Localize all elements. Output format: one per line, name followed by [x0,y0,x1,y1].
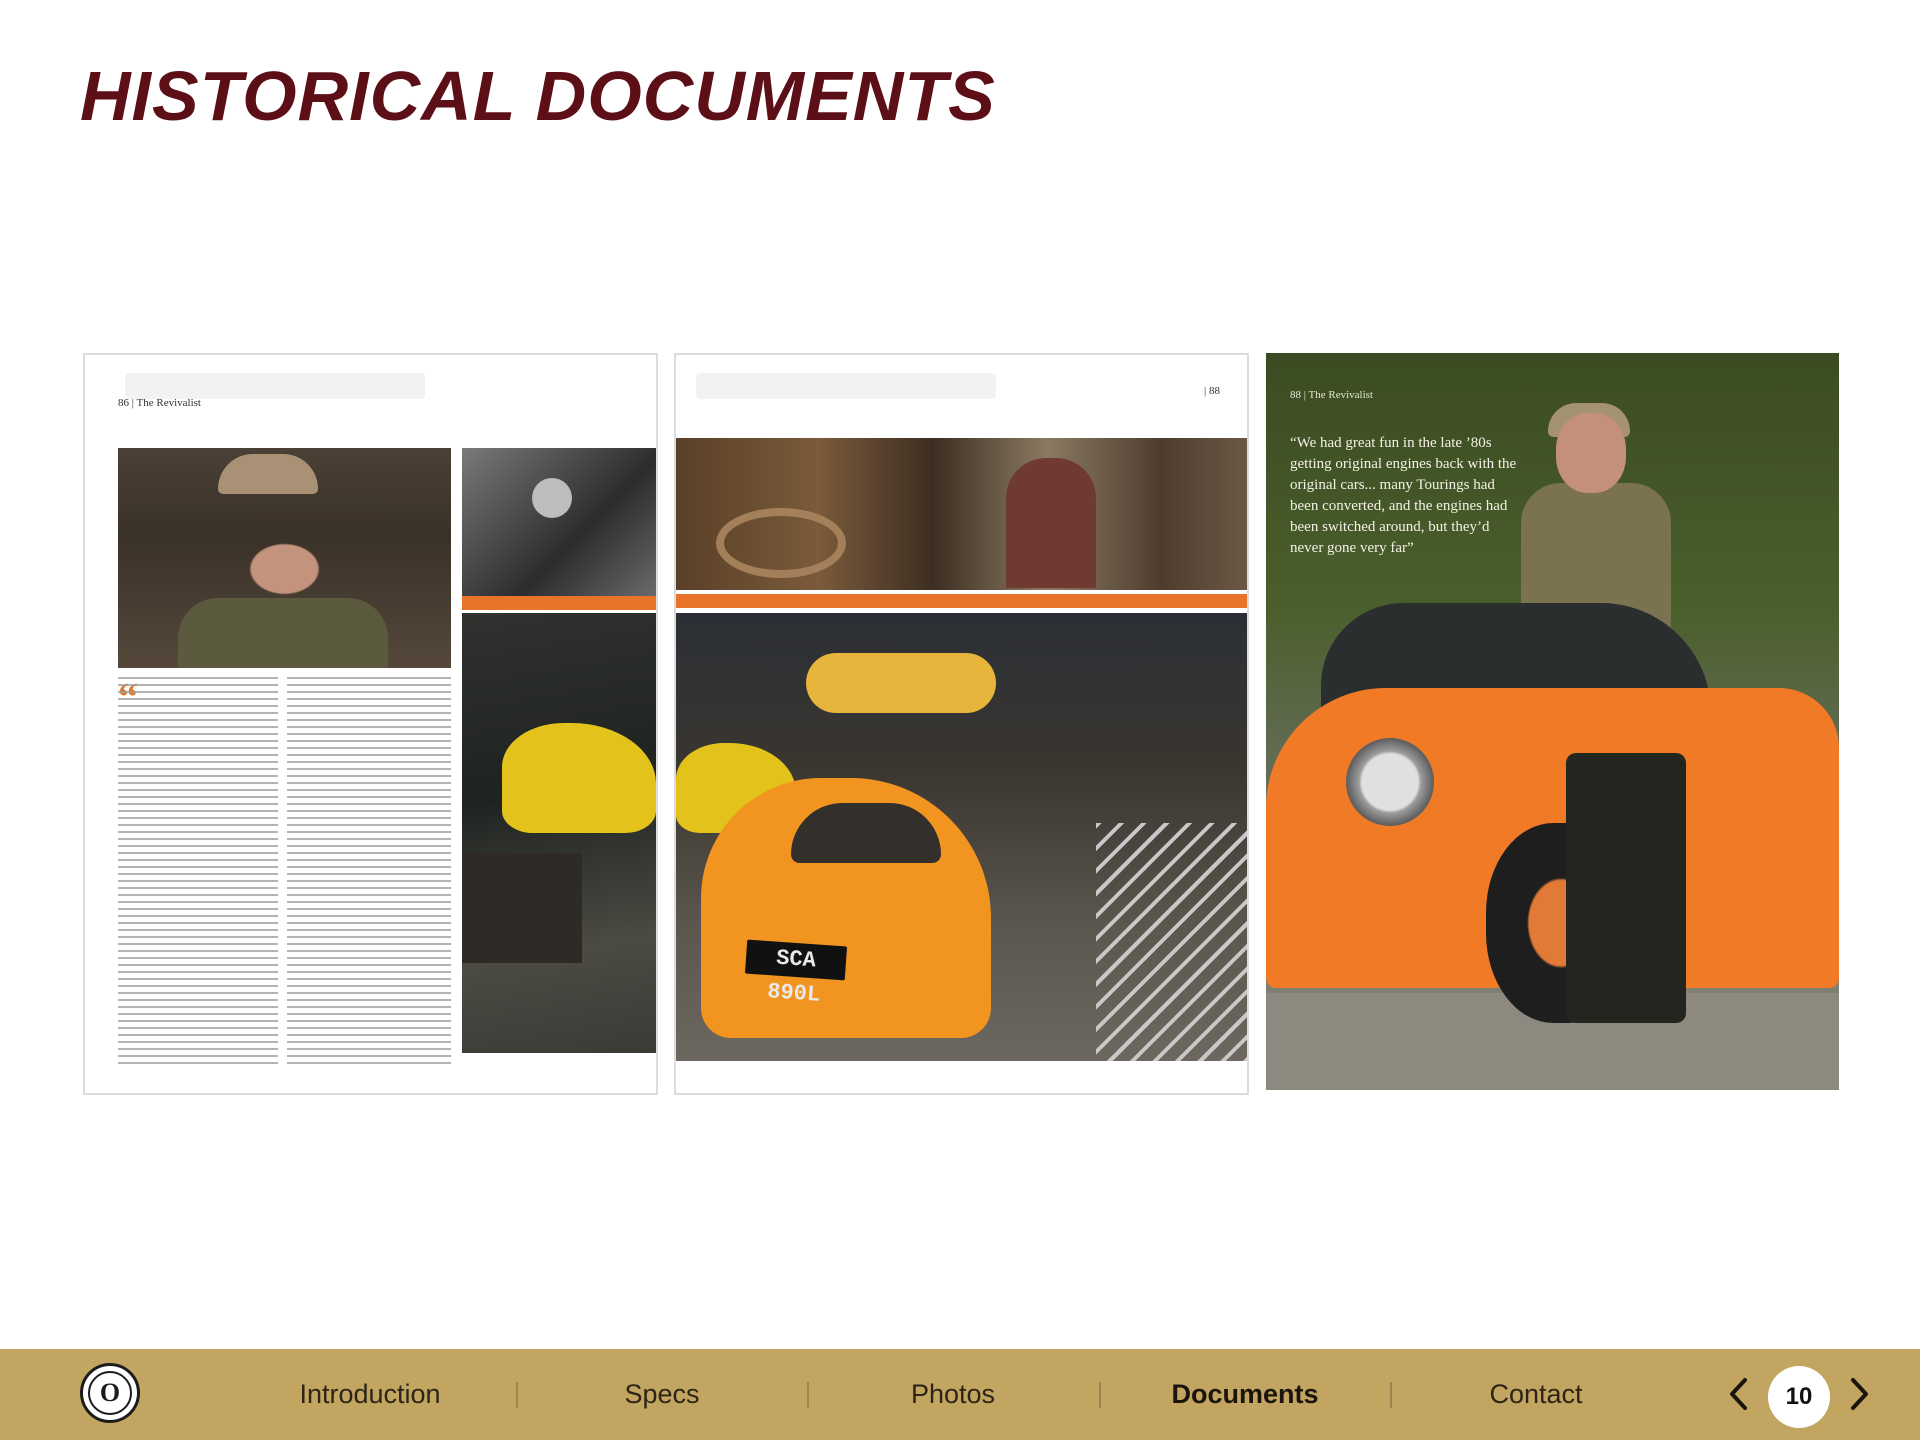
orange-divider [676,594,1247,608]
bottom-nav-bar: O Introduction Specs Photos Documents Co… [0,1349,1920,1440]
barn-photo: SCA 890L [676,613,1247,1061]
faded-page-heading [125,373,425,399]
pull-quote: “We had great fun in the late ’80s getti… [1290,435,1517,556]
nav-divider [1099,1382,1101,1408]
brand-logo-icon[interactable]: O [80,1363,140,1423]
page-number-badge: 10 [1768,1366,1830,1428]
magazine-page-1: 86 | The Revivalist “ [83,353,658,1095]
workshop-photo [676,438,1247,590]
workshop-photo-bw [462,448,656,596]
garage-photo [462,613,656,1053]
chevron-left-icon [1730,1378,1747,1410]
nav-divider [1390,1382,1392,1408]
portrait-photo [118,448,451,668]
body-text-column-2 [287,677,451,1067]
nav-item-introduction[interactable]: Introduction [270,1349,470,1440]
magazine-page-2: | 88 SCA 890L [674,353,1249,1095]
chevron-right-icon [1851,1378,1868,1410]
next-page-button[interactable] [1840,1373,1880,1415]
page-folio: | 88 [1204,385,1220,397]
orange-divider [462,596,656,610]
nav-divider [807,1382,809,1408]
nav-divider [516,1382,518,1408]
page-folio: 88 | The Revivalist [1290,389,1373,401]
nav-item-documents[interactable]: Documents [1145,1349,1345,1440]
page-title: HISTORICAL DOCUMENTS [80,57,996,135]
nav-item-contact[interactable]: Contact [1436,1349,1636,1440]
body-text-column-1 [118,677,278,1067]
faded-page-heading [696,373,996,399]
prev-page-button[interactable] [1718,1373,1758,1415]
nav-item-specs[interactable]: Specs [562,1349,762,1440]
magazine-page-3: 88 | The Revivalist “We had great fun in… [1266,353,1839,1090]
logo-glyph: O [88,1371,132,1415]
license-plate: SCA 890L [744,939,848,1008]
page-folio: 86 | The Revivalist [118,397,201,409]
nav-item-photos[interactable]: Photos [853,1349,1053,1440]
